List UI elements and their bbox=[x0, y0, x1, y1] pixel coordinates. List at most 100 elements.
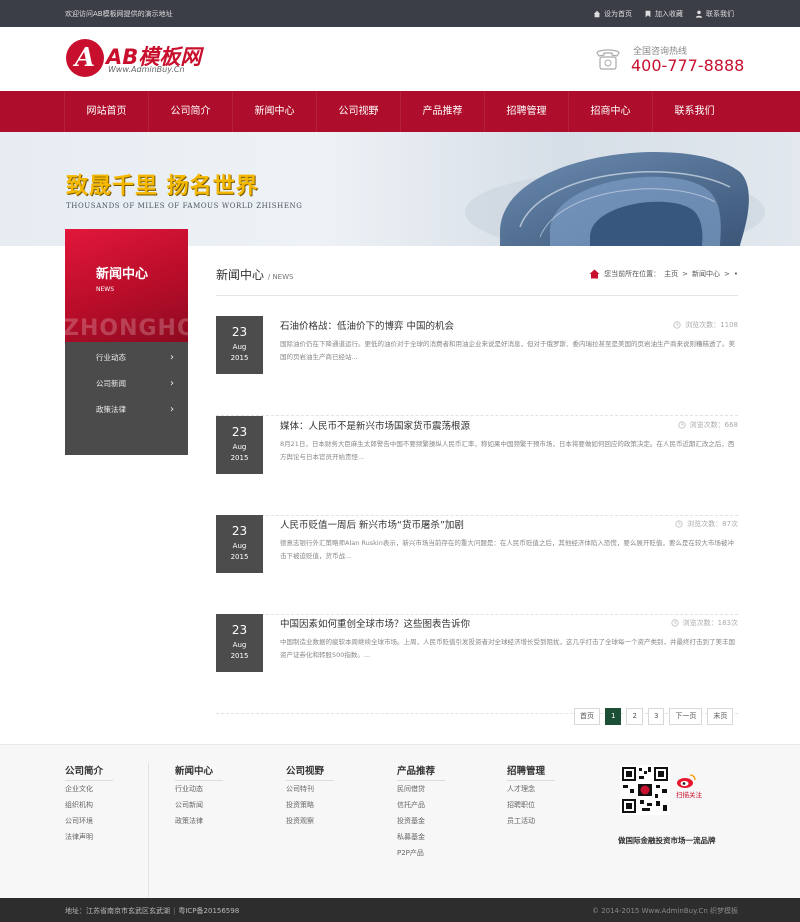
sidebar-item-label: 行业动态 bbox=[96, 353, 126, 362]
footer: 公司简介 企业文化 组织机构 公司环境 法律声明 新闻中心 行业动态 公司新闻 … bbox=[0, 744, 800, 898]
news-item: 23 Aug 2015 中国因素如何重创全球市场？这些图表告诉你 浏览次数：18… bbox=[216, 614, 738, 714]
add-favorite-link[interactable]: 加入收藏 bbox=[644, 9, 683, 19]
sidebar-title: 新闻中心 bbox=[96, 267, 149, 282]
user-icon bbox=[695, 10, 703, 18]
date-day: 23 bbox=[231, 325, 248, 339]
breadcrumb: 您当前所在位置： 主页 > 新闻中心 > • bbox=[589, 269, 738, 279]
sidebar: 新闻中心 NEWS ZHONGHO 行业动态 › 公司新闻 › 政策法律 › bbox=[65, 229, 188, 455]
footer-link[interactable]: 投资观察 bbox=[286, 813, 381, 829]
view-count-text: 浏览次数：183次 bbox=[682, 619, 738, 627]
footer-link[interactable]: 员工活动 bbox=[507, 813, 602, 829]
footer-link[interactable]: 法律声明 bbox=[65, 829, 160, 845]
news-title-link[interactable]: 中国因素如何重创全球市场？这些图表告诉你 bbox=[280, 616, 470, 630]
footer-column-title: 新闻中心 bbox=[175, 763, 223, 781]
date-box: 23 Aug 2015 bbox=[216, 614, 263, 672]
news-title-link[interactable]: 石油价格战：低油价下的博弈 中国的机会 bbox=[280, 318, 454, 332]
news-summary: 德意志银行外汇策略师Alan Ruskin表示，新兴市场当前存在的重大问题是：在… bbox=[280, 539, 734, 560]
view-count-text: 浏览次数：1108 bbox=[685, 321, 738, 329]
news-item: 23 Aug 2015 媒体：人民币不是新兴市场国家货币震荡根源 浏览次数：66… bbox=[216, 416, 738, 516]
address-text: 地址：江苏省南京市玄武区玄武湖 bbox=[65, 907, 170, 915]
footer-link[interactable]: 招聘职位 bbox=[507, 797, 602, 813]
pagination-first[interactable]: 首页 bbox=[574, 708, 600, 725]
pagination-next[interactable]: 下一页 bbox=[669, 708, 703, 725]
footer-link[interactable]: 组织机构 bbox=[65, 797, 160, 813]
pagination-page-1[interactable]: 1 bbox=[605, 708, 622, 725]
nav-item-about[interactable]: 公司简介 bbox=[148, 91, 232, 132]
weibo-icon[interactable] bbox=[676, 773, 696, 789]
footer-link[interactable]: 私募基金 bbox=[397, 829, 492, 845]
footer-link[interactable]: 投资基金 bbox=[397, 813, 492, 829]
contact-us-label: 联系我们 bbox=[706, 10, 734, 18]
nav-item-recruit[interactable]: 招聘管理 bbox=[484, 91, 568, 132]
nav-item-vision[interactable]: 公司视野 bbox=[316, 91, 400, 132]
footer-column-vision: 公司视野 公司特刊 投资策略 投资观察 bbox=[286, 763, 381, 829]
nav-item-products[interactable]: 产品推荐 bbox=[400, 91, 484, 132]
news-item: 23 Aug 2015 石油价格战：低油价下的博弈 中国的机会 浏览次数：110… bbox=[216, 316, 738, 416]
nav-item-news[interactable]: 新闻中心 bbox=[232, 91, 316, 132]
news-title-link[interactable]: 人民币贬值一周后 新兴市场“货币屠杀”加剧 bbox=[280, 517, 464, 531]
news-item: 23 Aug 2015 人民币贬值一周后 新兴市场“货币屠杀”加剧 浏览次数：8… bbox=[216, 515, 738, 615]
hotline-number: 400-777-8888 bbox=[631, 56, 745, 75]
footer-link[interactable]: 人才理念 bbox=[507, 781, 602, 797]
date-box: 23 Aug 2015 bbox=[216, 416, 263, 474]
main-content: 新闻中心 / NEWS 您当前所在位置： 主页 > 新闻中心 > • 23 Au… bbox=[216, 262, 738, 725]
clock-icon bbox=[675, 520, 683, 528]
qr-code-icon bbox=[620, 765, 670, 815]
sidebar-item-company-news[interactable]: 公司新闻 › bbox=[65, 371, 188, 397]
pagination-page-2[interactable]: 2 bbox=[626, 708, 643, 725]
footer-link[interactable]: 政策法律 bbox=[175, 813, 270, 829]
breadcrumb-prefix: 您当前所在位置： bbox=[604, 270, 661, 278]
nav-item-investment[interactable]: 招商中心 bbox=[568, 91, 652, 132]
main-nav: 网站首页 公司简介 新闻中心 公司视野 产品推荐 招聘管理 招商中心 联系我们 bbox=[0, 91, 800, 132]
footer-link[interactable]: P2P产品 bbox=[397, 845, 492, 861]
footer-link[interactable]: 企业文化 bbox=[65, 781, 160, 797]
top-bar: 欢迎访问AB模板网提供的演示地址 设为首页 加入收藏 联系我们 bbox=[0, 0, 800, 27]
clock-icon bbox=[673, 321, 681, 329]
pagination-last[interactable]: 末页 bbox=[707, 708, 734, 725]
date-year: 2015 bbox=[230, 553, 249, 561]
contact-us-link[interactable]: 联系我们 bbox=[695, 9, 734, 19]
nav-item-contact[interactable]: 联系我们 bbox=[652, 91, 736, 132]
news-summary: 国际油价仍在下降通道运行。更低的油价对于全球的消费者和用油企业来说是好消息，但对… bbox=[280, 340, 735, 361]
footer-link[interactable]: 民间借贷 bbox=[397, 781, 492, 797]
newspaper-roll-image bbox=[465, 152, 765, 246]
clock-icon bbox=[678, 421, 686, 429]
date-month: Aug bbox=[232, 443, 247, 451]
header: A AB模板网 Www.AdminBuy.Cn 全国咨询热线 400-777-8… bbox=[0, 27, 800, 91]
footer-link[interactable]: 公司环境 bbox=[65, 813, 160, 829]
footer-link[interactable]: 信托产品 bbox=[397, 797, 492, 813]
clock-icon bbox=[671, 619, 679, 627]
logo-mark: A bbox=[66, 39, 104, 77]
logo-subtitle: Www.AdminBuy.Cn bbox=[108, 65, 185, 74]
icp-number[interactable]: 粤ICP备20156598 bbox=[178, 907, 239, 915]
footer-link[interactable]: 行业动态 bbox=[175, 781, 270, 797]
footer-address: 地址：江苏省南京市玄武区玄武湖 | 粤ICP备20156598 bbox=[65, 906, 239, 916]
nav-item-home[interactable]: 网站首页 bbox=[64, 91, 148, 132]
view-count-text: 浏览次数：87次 bbox=[687, 520, 738, 528]
breadcrumb-news[interactable]: 新闻中心 bbox=[692, 269, 720, 279]
date-day: 23 bbox=[231, 623, 248, 637]
date-box: 23 Aug 2015 bbox=[216, 316, 263, 374]
page-title: 新闻中心 / NEWS bbox=[216, 266, 293, 283]
sidebar-item-policy[interactable]: 政策法律 › bbox=[65, 397, 188, 423]
date-month: Aug bbox=[232, 542, 247, 550]
sidebar-item-industry[interactable]: 行业动态 › bbox=[65, 345, 188, 371]
breadcrumb-home[interactable]: 主页 bbox=[664, 269, 678, 279]
footer-link[interactable]: 投资策略 bbox=[286, 797, 381, 813]
top-links: 设为首页 加入收藏 联系我们 bbox=[593, 9, 734, 19]
sidebar-item-label: 政策法律 bbox=[96, 405, 126, 414]
footer-link[interactable]: 公司特刊 bbox=[286, 781, 381, 797]
footer-divider bbox=[148, 763, 149, 897]
separator: | bbox=[173, 907, 176, 915]
set-homepage-label: 设为首页 bbox=[604, 10, 632, 18]
footer-link[interactable]: 公司新闻 bbox=[175, 797, 270, 813]
footer-column-title: 产品推荐 bbox=[397, 763, 445, 781]
view-count: 浏览次数：1108 bbox=[673, 320, 738, 330]
set-homepage-link[interactable]: 设为首页 bbox=[593, 9, 632, 19]
sidebar-watermark: ZHONGHO bbox=[65, 316, 188, 341]
footer-column-title: 招聘管理 bbox=[507, 763, 555, 781]
site-logo[interactable]: A AB模板网 Www.AdminBuy.Cn bbox=[66, 39, 226, 79]
news-title-link[interactable]: 媒体：人民币不是新兴市场国家货币震荡根源 bbox=[280, 418, 470, 432]
sidebar-title-en: NEWS bbox=[96, 286, 115, 293]
pagination-page-3[interactable]: 3 bbox=[647, 708, 665, 725]
